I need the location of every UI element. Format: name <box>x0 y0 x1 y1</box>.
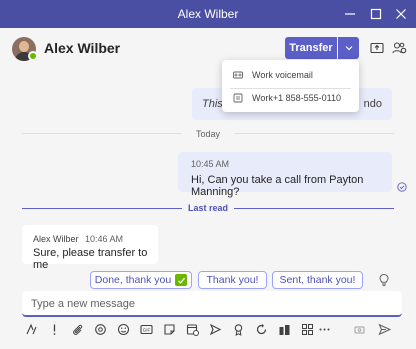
share-screen-icon <box>370 42 384 54</box>
stream-icon[interactable] <box>208 322 222 336</box>
voicemail-icon <box>233 71 243 79</box>
day-divider: Today <box>0 129 416 139</box>
message-sender: Alex Wilber <box>33 234 79 244</box>
partial-message-text: This <box>202 98 223 110</box>
praise-icon[interactable] <box>231 322 245 336</box>
emoji-icon[interactable] <box>116 322 130 336</box>
phone-number-icon <box>233 93 243 103</box>
share-screen-button[interactable] <box>369 40 385 56</box>
maximize-icon <box>370 8 382 20</box>
presence-available-icon <box>28 51 38 61</box>
transfer-menu: Work voicemail Work+1 858-555-0110 <box>222 60 359 112</box>
contact-name: Alex Wilber <box>44 40 121 56</box>
title-bar: Alex Wilber <box>0 0 416 28</box>
apps-icon[interactable] <box>300 322 314 336</box>
suggested-reply-sent[interactable]: Sent, thank you! <box>272 271 363 289</box>
send-icon[interactable] <box>377 322 391 336</box>
suggested-reply-done[interactable]: Done, thank you <box>90 271 192 289</box>
minimize-button[interactable] <box>341 5 359 23</box>
compose-placeholder: Type a new message <box>31 298 135 310</box>
message-text: Hi, Can you take a call from Payton Mann… <box>191 174 364 198</box>
transfer-button[interactable]: Transfer <box>285 37 337 59</box>
message-compose-box[interactable]: Type a new message <box>22 291 402 317</box>
format-icon[interactable] <box>24 322 38 336</box>
message-time: 10:45 AM <box>191 159 230 169</box>
svg-text:GIF: GIF <box>142 327 150 332</box>
priority-icon[interactable] <box>47 322 61 336</box>
check-mark-icon <box>175 274 188 286</box>
menu-item-work-phone[interactable]: Work+1 858-555-0110 <box>222 87 359 109</box>
transfer-options-button[interactable] <box>338 37 359 59</box>
sticker-icon[interactable] <box>162 322 176 336</box>
message-text: Sure, please transfer to me <box>33 247 148 271</box>
partial-message-text-end: ndo <box>363 98 382 110</box>
close-button[interactable] <box>392 5 410 23</box>
message-time: 10:46 AM <box>85 234 124 244</box>
read-receipt-icon <box>397 182 407 192</box>
gif-icon[interactable]: GIF <box>139 322 153 336</box>
close-icon <box>396 9 406 19</box>
last-read-label: Last read <box>187 203 229 213</box>
sent-message[interactable]: 10:45 AM Hi, Can you take a call from Pa… <box>178 152 392 198</box>
minimize-icon <box>345 13 355 15</box>
menu-item-work-voicemail[interactable]: Work voicemail <box>222 64 359 86</box>
maximize-button[interactable] <box>367 5 385 23</box>
loop-icon[interactable] <box>93 322 107 336</box>
audio-recording-icon[interactable] <box>352 322 366 336</box>
more-options-icon[interactable] <box>317 322 331 336</box>
apps-icon[interactable] <box>277 322 291 336</box>
add-people-button[interactable] <box>391 40 407 56</box>
suggestions-lightbulb-icon[interactable] <box>377 273 391 287</box>
schedule-meeting-icon[interactable] <box>185 322 199 336</box>
suggested-reply-thank-you[interactable]: Thank you! <box>198 271 267 289</box>
received-message[interactable]: Alex Wilber 10:46 AM Sure, please transf… <box>22 225 158 271</box>
loop-component-icon[interactable] <box>254 322 268 336</box>
people-settings-icon <box>391 42 406 54</box>
chevron-down-icon <box>345 46 352 51</box>
attach-icon[interactable] <box>70 322 84 336</box>
